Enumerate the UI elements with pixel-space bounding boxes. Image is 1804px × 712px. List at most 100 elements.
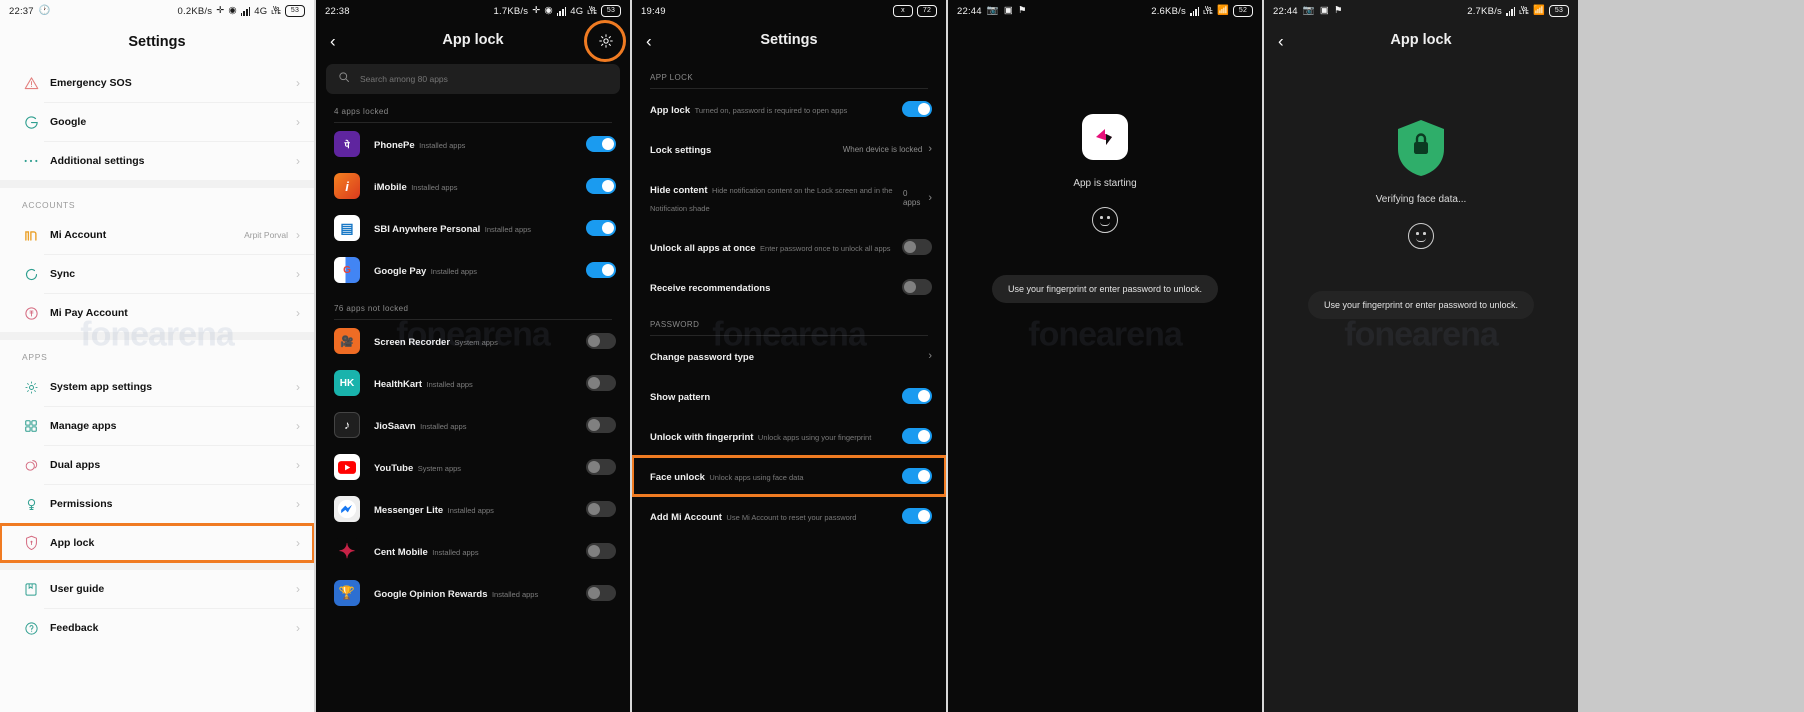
sidebar-item-mi-account[interactable]: Mi Account Arpit Porval › — [0, 216, 314, 254]
list-item[interactable]: G Google Pay Installed apps — [316, 249, 630, 291]
back-icon[interactable]: ‹ — [1278, 33, 1284, 50]
app-lock-toggle[interactable] — [586, 178, 616, 194]
sidebar-item-app-lock[interactable]: App lock › — [0, 523, 314, 563]
sidebar-item-sync[interactable]: Sync › — [0, 255, 314, 293]
dual-apps-icon — [18, 458, 44, 473]
gear-icon[interactable] — [596, 31, 616, 51]
status-time: 22:38 — [325, 5, 350, 17]
additional-dots-icon — [18, 158, 44, 164]
back-icon[interactable]: ‹ — [646, 33, 652, 50]
list-item[interactable]: ♪ JioSaavn Installed apps — [316, 404, 630, 446]
section-separator — [0, 332, 314, 340]
cent-mobile-icon: ✦ — [334, 538, 360, 564]
app-sub: Installed apps — [432, 548, 479, 557]
app-lock-toggle[interactable] — [586, 375, 616, 391]
status-bar: 22:44 📷 ▣ ⚑ 2.6KB/s Vo LTE 📶 52 — [948, 0, 1262, 22]
page-title: App lock — [442, 32, 504, 48]
setting-hide-content[interactable]: Hide content Hide notification content o… — [632, 169, 946, 227]
battery-badge: 53 — [1549, 5, 1569, 17]
face-unlock-toggle[interactable] — [902, 468, 932, 484]
app-name: Messenger Lite — [374, 505, 444, 516]
setting-unlock-all-apps[interactable]: Unlock all apps at once Enter password o… — [632, 227, 946, 267]
chevron-right-icon: › — [928, 350, 932, 362]
chevron-right-icon: › — [928, 143, 932, 155]
row-label: Permissions — [50, 498, 113, 510]
app-lock-master-toggle[interactable] — [902, 101, 932, 117]
setting-value: 0 apps — [902, 189, 921, 207]
chevron-right-icon: › — [296, 621, 300, 635]
app-lock-toggle[interactable] — [586, 501, 616, 517]
jiosaavn-icon: ♪ — [334, 412, 360, 438]
list-item[interactable]: HK HealthKart Installed apps — [316, 362, 630, 404]
app-lock-toggle[interactable] — [586, 459, 616, 475]
list-item[interactable]: ▤ SBI Anywhere Personal Installed apps — [316, 207, 630, 249]
setting-lock-settings[interactable]: Lock settings When device is locked › — [632, 129, 946, 169]
app-sub: Installed apps — [411, 183, 458, 192]
setting-add-mi-account[interactable]: Add Mi Account Use Mi Account to reset y… — [632, 496, 946, 536]
unlock-all-toggle[interactable] — [902, 239, 932, 255]
grid-icon — [18, 419, 44, 433]
panel-verifying-face-lockscreen: 22:44 📷 ▣ ⚑ 2.7KB/s Vo LTE 📶 53 ‹ App loc… — [1264, 0, 1578, 712]
setting-sub: Unlock apps using face data — [709, 473, 804, 482]
sidebar-item-permissions[interactable]: Permissions › — [0, 485, 314, 523]
chevron-right-icon: › — [928, 192, 932, 204]
app-lock-toggle[interactable] — [586, 333, 616, 349]
status-netspeed: 2.6KB/s — [1151, 5, 1186, 17]
list-item[interactable]: i iMobile Installed apps — [316, 165, 630, 207]
setting-value: When device is locked — [842, 144, 923, 154]
list-item[interactable]: 🏆 Google Opinion Rewards Installed apps — [316, 572, 630, 614]
status-time: 19:49 — [641, 5, 666, 17]
app-name: YouTube — [374, 463, 414, 474]
list-item[interactable]: पे PhonePe Installed apps — [316, 123, 630, 165]
setting-name: Unlock with fingerprint — [650, 432, 754, 443]
back-icon[interactable]: ‹ — [330, 33, 336, 50]
setting-receive-recommendations[interactable]: Receive recommendations — [632, 267, 946, 307]
show-pattern-toggle[interactable] — [902, 388, 932, 404]
search-input[interactable]: Search among 80 apps — [326, 64, 620, 94]
app-lock-toggle[interactable] — [586, 585, 616, 601]
app-lock-toggle[interactable] — [586, 543, 616, 559]
setting-change-password-type[interactable]: Change password type › — [632, 336, 946, 376]
row-label: App lock — [50, 537, 95, 549]
list-item[interactable]: YouTube System apps — [316, 446, 630, 488]
sidebar-item-mi-pay-account[interactable]: Mi Pay Account › — [0, 294, 314, 332]
search-placeholder: Search among 80 apps — [360, 74, 448, 84]
app-lock-toggle[interactable] — [586, 220, 616, 236]
list-item[interactable]: ✦ Cent Mobile Installed apps — [316, 530, 630, 572]
add-mi-account-toggle[interactable] — [902, 508, 932, 524]
row-label: Emergency SOS — [50, 77, 132, 89]
app-lock-toggle[interactable] — [586, 136, 616, 152]
sidebar-item-system-app-settings[interactable]: System app settings › — [0, 368, 314, 406]
setting-app-lock[interactable]: App lock Turned on, password is required… — [632, 89, 946, 129]
clock-icon: 🕐 — [38, 5, 51, 17]
alarm-icon: ◉ — [544, 5, 553, 17]
sidebar-item-dual-apps[interactable]: Dual apps › — [0, 446, 314, 484]
app-sub: Installed apps — [430, 267, 478, 276]
sbi-anywhere-icon: ▤ — [334, 215, 360, 241]
setting-show-pattern[interactable]: Show pattern — [632, 376, 946, 416]
sidebar-item-emergency-sos[interactable]: Emergency SOS › — [0, 64, 314, 102]
chevron-right-icon: › — [296, 154, 300, 168]
recommendations-toggle[interactable] — [902, 279, 932, 295]
sidebar-item-google[interactable]: Google › — [0, 103, 314, 141]
sidebar-item-manage-apps[interactable]: Manage apps › — [0, 407, 314, 445]
sidebar-item-feedback[interactable]: Feedback › — [0, 609, 314, 647]
list-item[interactable]: Messenger Lite Installed apps — [316, 488, 630, 530]
sidebar-item-additional-settings[interactable]: Additional settings › — [0, 142, 314, 180]
app-name: SBI Anywhere Personal — [374, 224, 481, 235]
fingerprint-toggle[interactable] — [902, 428, 932, 444]
setting-face-unlock[interactable]: Face unlock Unlock apps using face data — [632, 455, 946, 497]
app-lock-toggle[interactable] — [586, 417, 616, 433]
setting-unlock-with-fingerprint[interactable]: Unlock with fingerprint Unlock apps usin… — [632, 416, 946, 456]
app-lock-toggle[interactable] — [586, 262, 616, 278]
screen-recorder-icon: 🎥 — [334, 328, 360, 354]
group-label-accounts: ACCOUNTS — [0, 188, 314, 216]
app-sub: Installed apps — [420, 422, 467, 431]
youtube-icon — [334, 454, 360, 480]
list-item[interactable]: 🎥 Screen Recorder System apps — [316, 320, 630, 362]
signal-icon — [556, 6, 567, 16]
screenshot-icon: ▣ — [1319, 5, 1329, 17]
volte-icon: Vo LTE — [587, 5, 597, 16]
sidebar-item-user-guide[interactable]: User guide › — [0, 570, 314, 608]
google-opinion-rewards-icon: 🏆 — [334, 580, 360, 606]
